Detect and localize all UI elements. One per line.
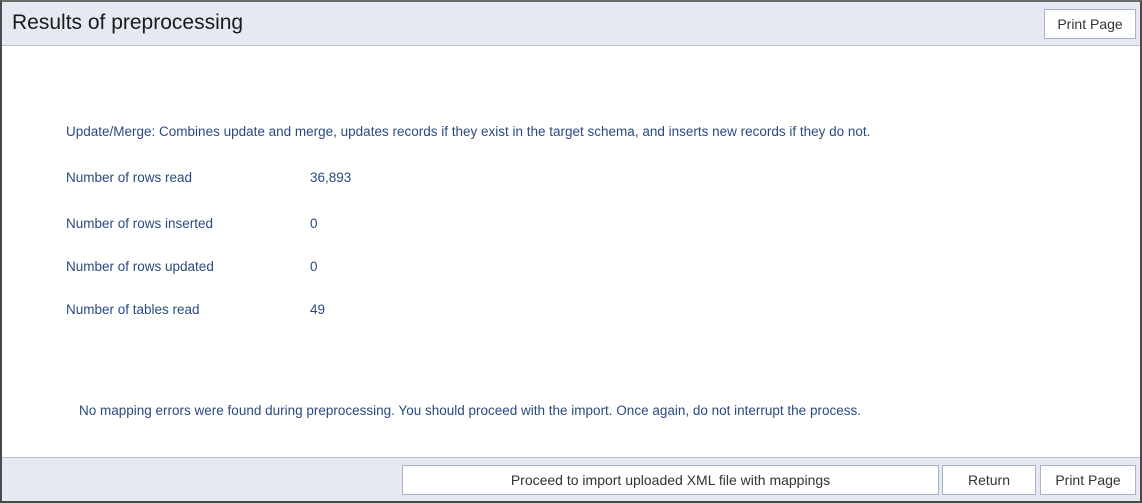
stat-label-rows-inserted: Number of rows inserted — [66, 216, 214, 231]
stat-value-rows-updated: 0 — [310, 259, 318, 274]
return-button[interactable]: Return — [942, 465, 1036, 495]
stat-label-tables-read: Number of tables read — [66, 302, 200, 317]
stat-label-rows-updated: Number of rows updated — [66, 259, 214, 274]
stat-value-rows-inserted: 0 — [310, 216, 318, 231]
stat-value-rows-read: 36,893 — [310, 170, 352, 185]
header-bar: Results of preprocessing Print Page — [2, 2, 1140, 46]
print-page-button-bottom[interactable]: Print Page — [1040, 465, 1136, 495]
print-page-button-top[interactable]: Print Page — [1044, 9, 1136, 39]
page-title: Results of preprocessing — [12, 11, 244, 34]
proceed-import-button[interactable]: Proceed to import uploaded XML file with… — [402, 465, 939, 495]
stat-value-tables-read: 49 — [310, 302, 326, 317]
mode-description: Update/Merge: Combines update and merge,… — [66, 124, 871, 139]
results-panel: Results of preprocessing Print Page Upda… — [0, 0, 1142, 503]
stat-label-rows-read: Number of rows read — [66, 170, 193, 185]
status-message: No mapping errors were found during prep… — [79, 403, 861, 418]
footer-bar: Proceed to import uploaded XML file with… — [2, 457, 1140, 501]
